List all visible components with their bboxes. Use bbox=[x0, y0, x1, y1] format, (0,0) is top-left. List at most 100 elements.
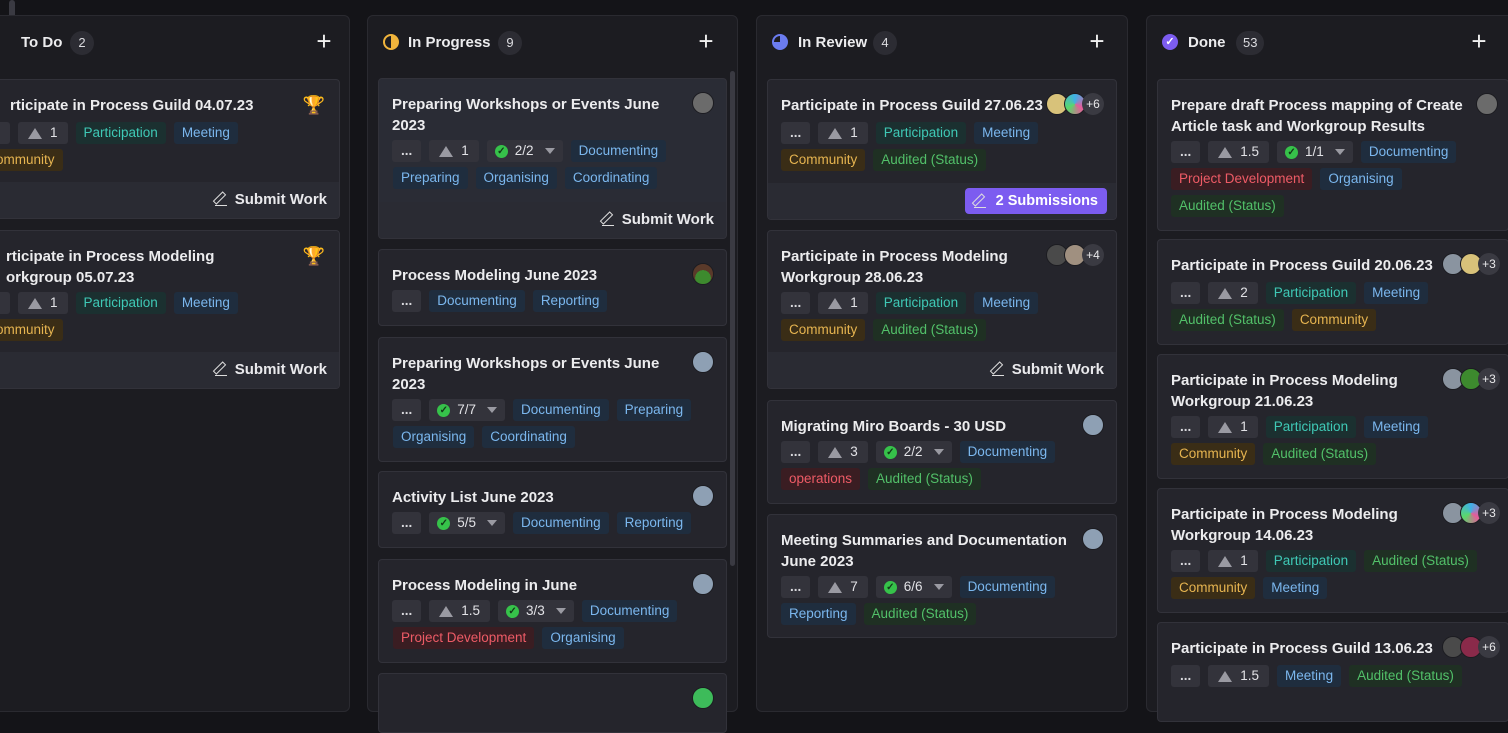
tag: Meeting bbox=[1263, 577, 1328, 599]
card[interactable]: Activity List June 2023 ... ✓ 5/5 Documen… bbox=[378, 471, 727, 548]
submit-work-button[interactable]: Submit Work bbox=[991, 361, 1104, 378]
tag-options[interactable]: ... bbox=[781, 122, 811, 144]
checklist-value: 6/6 bbox=[903, 579, 923, 594]
avatars-more-count[interactable]: +6 bbox=[1082, 93, 1104, 115]
card[interactable]: Meeting Summaries and Documentation June… bbox=[767, 514, 1117, 638]
column-in-progress: In Progress 9 + Preparing Workshops or E… bbox=[367, 15, 738, 733]
card[interactable]: Participate in Process Modeling Workgrou… bbox=[1157, 488, 1508, 613]
card[interactable]: Process Modeling in June ... 1.5 ✓ 3/3 Do… bbox=[378, 559, 727, 663]
add-card-button[interactable]: + bbox=[693, 28, 719, 55]
tag-options[interactable] bbox=[0, 292, 10, 314]
submit-work-button[interactable]: Submit Work bbox=[214, 361, 327, 378]
add-card-button[interactable]: + bbox=[311, 28, 337, 55]
column-todo: To Do 2 + rticipate in Process Guild 04.… bbox=[0, 15, 350, 712]
points-value: 1 bbox=[1240, 419, 1248, 434]
chevron-down-icon bbox=[487, 407, 498, 413]
card[interactable]: Preparing Workshops or Events June 2023 … bbox=[378, 78, 727, 239]
column-scrollbar[interactable] bbox=[730, 71, 735, 566]
points-badge: 3 bbox=[818, 441, 868, 463]
tag-options[interactable] bbox=[0, 122, 10, 144]
checklist-dropdown[interactable]: ✓ 6/6 bbox=[875, 576, 952, 598]
submit-label: Submit Work bbox=[621, 211, 714, 228]
tag-options[interactable]: ... bbox=[392, 399, 422, 421]
card[interactable]: Preparing Workshops or Events June 2023 … bbox=[378, 337, 727, 462]
card-footer: Submit Work bbox=[768, 352, 1116, 388]
avatar bbox=[692, 92, 714, 114]
tag: Participation bbox=[1265, 550, 1357, 572]
avatars-more-count[interactable]: +3 bbox=[1478, 253, 1500, 275]
tag-options[interactable]: ... bbox=[1171, 282, 1201, 304]
tag: Preparing bbox=[393, 167, 468, 189]
points-value: 1 bbox=[50, 125, 58, 140]
check-icon: ✓ bbox=[1285, 145, 1299, 159]
tag-options[interactable]: ... bbox=[781, 576, 811, 598]
tag: Documenting bbox=[959, 576, 1056, 598]
submit-label: Submit Work bbox=[234, 191, 327, 208]
tag-options[interactable]: ... bbox=[392, 600, 422, 622]
tag: Audited (Status) bbox=[1171, 309, 1284, 331]
avatars-more-count[interactable]: +4 bbox=[1082, 244, 1104, 266]
in-review-status-icon bbox=[772, 34, 788, 50]
card[interactable]: Participate in Process Guild 20.06.23 +3… bbox=[1157, 239, 1508, 345]
tag: Documenting bbox=[429, 290, 525, 312]
tag: Meeting bbox=[173, 292, 238, 314]
checklist-dropdown[interactable]: ✓ 5/5 bbox=[429, 512, 506, 534]
card[interactable]: Participate in Process Modeling Workgrou… bbox=[767, 230, 1117, 389]
card-title: Preparing Workshops or Events June 2023 bbox=[392, 96, 660, 134]
tag-options[interactable]: ... bbox=[1171, 550, 1201, 572]
check-icon: ✓ bbox=[883, 445, 897, 459]
avatars-more-count[interactable]: +6 bbox=[1478, 636, 1500, 658]
chevron-down-icon bbox=[544, 148, 555, 154]
submit-work-button[interactable]: Submit Work bbox=[601, 211, 714, 228]
checklist-dropdown[interactable]: ✓ 1/1 bbox=[1277, 141, 1353, 163]
points-badge: 2 bbox=[1208, 282, 1258, 304]
tag: Audited (Status) bbox=[1364, 550, 1477, 572]
avatars-more-count[interactable]: +3 bbox=[1478, 368, 1500, 390]
card[interactable] bbox=[378, 673, 727, 733]
add-card-button[interactable]: + bbox=[1466, 28, 1492, 55]
tag-options[interactable]: ... bbox=[781, 441, 811, 463]
tag-options[interactable]: ... bbox=[781, 292, 811, 314]
column-header: In Review 4 + bbox=[757, 16, 1127, 68]
tag-options[interactable]: ... bbox=[392, 512, 422, 534]
pencil-icon bbox=[601, 213, 614, 226]
tag: operations bbox=[781, 468, 861, 490]
card[interactable]: Process Modeling June 2023 ... Documenti… bbox=[378, 249, 727, 326]
column-done: ✓ Done 53 + Prepare draft Process mappin… bbox=[1146, 15, 1508, 722]
tag: Documenting bbox=[513, 512, 609, 534]
checklist-dropdown[interactable]: ✓ 2/2 bbox=[486, 140, 563, 162]
mountain-icon bbox=[828, 297, 843, 309]
card[interactable]: Migrating Miro Boards - 30 USD ... 3 ✓ 2/… bbox=[767, 400, 1117, 504]
submissions-button[interactable]: 2 Submissions bbox=[964, 188, 1107, 214]
tag-options[interactable]: ... bbox=[1171, 665, 1201, 687]
card[interactable]: Participate in Process Modeling Workgrou… bbox=[1157, 354, 1508, 479]
pencil-icon bbox=[991, 363, 1004, 376]
card[interactable]: Participate in Process Guild 13.06.23 +6… bbox=[1157, 622, 1508, 722]
tag: ommunity bbox=[0, 319, 63, 341]
checklist-dropdown[interactable]: ✓ 3/3 bbox=[498, 600, 574, 622]
tag: Documenting bbox=[570, 140, 667, 162]
tag: Project Development bbox=[1171, 168, 1313, 190]
add-card-button[interactable]: + bbox=[1084, 28, 1110, 55]
checklist-dropdown[interactable]: ✓ 7/7 bbox=[429, 399, 506, 421]
tag-options[interactable]: ... bbox=[392, 140, 422, 162]
tag: Community bbox=[1171, 577, 1256, 599]
card[interactable]: rticipate in Process Modeling orkgroup 0… bbox=[0, 230, 340, 389]
avatars-more-count[interactable]: +3 bbox=[1478, 502, 1500, 524]
submit-work-button[interactable]: Submit Work bbox=[214, 191, 327, 208]
mountain-icon bbox=[28, 297, 42, 309]
card[interactable]: Participate in Process Guild 27.06.23 +6… bbox=[767, 79, 1117, 220]
tag: Participation bbox=[1265, 416, 1357, 438]
column-count: 4 bbox=[873, 31, 897, 55]
tag-options[interactable]: ... bbox=[392, 290, 422, 312]
card[interactable]: rticipate in Process Guild 04.07.23 🏆 1 … bbox=[0, 79, 340, 219]
tag: Organising bbox=[475, 167, 557, 189]
tag-options[interactable]: ... bbox=[1171, 141, 1201, 163]
card-title: Participate in Process Modeling Workgrou… bbox=[1171, 372, 1398, 410]
points-value: 2 bbox=[1240, 285, 1248, 300]
card[interactable]: Prepare draft Process mapping of Create … bbox=[1157, 79, 1508, 231]
checklist-dropdown[interactable]: ✓ 2/2 bbox=[875, 441, 952, 463]
card-footer: Submit Work bbox=[0, 352, 339, 388]
points-value: 1 bbox=[850, 295, 858, 310]
tag-options[interactable]: ... bbox=[1171, 416, 1201, 438]
